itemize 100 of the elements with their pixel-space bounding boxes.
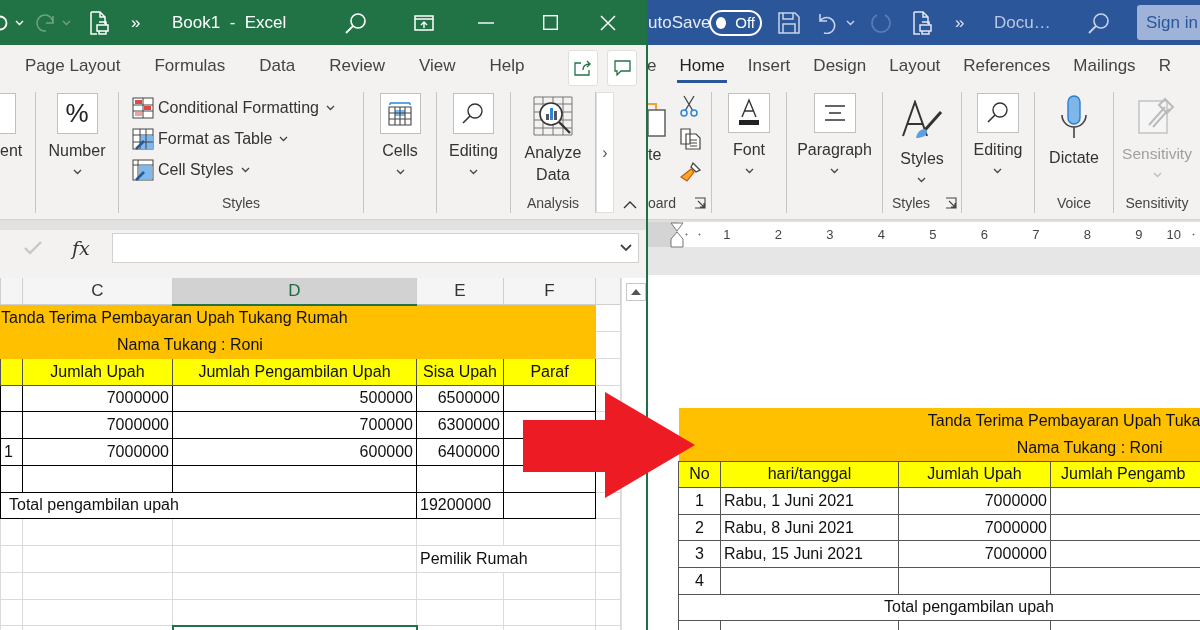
format-painter-icon[interactable] xyxy=(680,161,702,183)
expand-caret-icon[interactable] xyxy=(619,243,632,252)
align-center-icon xyxy=(822,104,847,122)
table-icon xyxy=(387,100,413,127)
search-icon[interactable] xyxy=(345,11,367,34)
ruler-number: 5 xyxy=(907,227,959,242)
scissors-icon[interactable] xyxy=(680,95,698,117)
check-icon[interactable] xyxy=(24,240,42,255)
table-header-cell: No xyxy=(678,461,721,488)
undo-icon[interactable] xyxy=(0,13,9,32)
number-button[interactable]: % Number xyxy=(48,92,106,175)
caret-icon xyxy=(469,169,478,175)
indent-marker-icon[interactable] xyxy=(670,222,684,248)
table-cell: 600000 xyxy=(172,438,417,466)
table-cell: 700000 xyxy=(172,411,417,439)
alignment-button[interactable]: ent xyxy=(0,92,23,161)
styles-menu-button[interactable]: Format as Table xyxy=(132,126,289,152)
caret-icon xyxy=(325,105,335,111)
formula-field[interactable] xyxy=(111,232,639,263)
collapse-icon[interactable] xyxy=(623,201,637,209)
table-cell: 6500000 xyxy=(416,385,504,412)
comment-icon xyxy=(613,59,631,76)
table-header-cell: Jumlah Pengambilan Upah xyxy=(172,358,417,385)
document-subtitle: Nama Tukang : Roni xyxy=(678,434,1200,462)
ribbon-tab[interactable]: Review xyxy=(326,52,388,83)
table-cell: 1 xyxy=(678,487,721,515)
styles-menu-button[interactable]: Conditional Formatting xyxy=(132,95,335,121)
table-cell: Pemilik Rumah xyxy=(416,545,596,573)
font-button[interactable]: Font xyxy=(728,92,770,174)
ribbon-tab[interactable]: e xyxy=(648,52,659,83)
insert-function-button[interactable]: fx xyxy=(72,236,90,259)
ribbon-tab[interactable]: Formulas xyxy=(151,52,229,83)
styles-menu-button[interactable]: Cell Styles xyxy=(132,157,250,183)
dialog-launcher-icon[interactable] xyxy=(694,197,706,209)
ribbon-tab[interactable]: Data xyxy=(256,52,299,83)
minimize-icon[interactable] xyxy=(478,21,494,24)
table-cell: 6300000 xyxy=(416,411,504,439)
group-label: Styles xyxy=(892,194,931,213)
ruler-number: 3 xyxy=(804,227,856,242)
more-commands-button[interactable]: » xyxy=(955,12,965,33)
table-cell: 2 xyxy=(678,514,721,541)
save-icon[interactable] xyxy=(778,11,800,34)
group-label: Sensitivity xyxy=(1124,194,1190,213)
table-header-cell: Sisa Upah xyxy=(416,358,504,385)
ribbon-tab[interactable]: R xyxy=(1156,52,1173,83)
dictate-button[interactable]: Dictate xyxy=(1049,95,1099,168)
table-header-cell: hari/tanggal xyxy=(720,461,899,488)
comment-button[interactable] xyxy=(607,49,637,86)
close-icon[interactable] xyxy=(600,14,616,31)
styles-icon xyxy=(901,100,943,140)
ribbon-tab[interactable]: Layout xyxy=(887,52,943,83)
caret-icon xyxy=(993,168,1003,174)
column-header[interactable]: F xyxy=(503,278,596,305)
copy-icon[interactable] xyxy=(680,128,702,150)
paragraph-button[interactable]: Paragraph xyxy=(797,92,872,174)
scroll-up-button[interactable] xyxy=(625,283,646,301)
group-label: Styles xyxy=(220,194,262,213)
dialog-launcher-icon[interactable] xyxy=(945,197,957,209)
table-cell: 6400000 xyxy=(416,438,504,466)
styles-button[interactable]: Styles xyxy=(900,100,944,183)
ribbon-tab[interactable]: Home xyxy=(677,52,727,83)
table-cell: Rabu, 1 Juni 2021 xyxy=(720,487,899,515)
print-preview-icon[interactable] xyxy=(912,10,932,35)
ribbon-tab[interactable]: Insert xyxy=(745,52,793,83)
conditional-formatting-icon xyxy=(132,97,154,119)
editing-button[interactable]: Editing xyxy=(973,92,1023,174)
column-header[interactable]: E xyxy=(416,278,504,305)
analyze-data-button[interactable]: Analyze Data xyxy=(522,96,584,186)
table-cell: 7000000 xyxy=(22,438,173,466)
data-analysis-icon xyxy=(533,96,573,136)
table-cell: 7000000 xyxy=(22,411,173,439)
ribbon-scroll-button[interactable]: › xyxy=(602,143,608,162)
ruler-number: 4 xyxy=(855,227,907,242)
search-icon[interactable] xyxy=(1088,11,1110,34)
ribbon-tab[interactable]: View xyxy=(416,52,459,83)
table-cell: 7000000 xyxy=(898,487,1051,515)
editing-button[interactable]: Editing xyxy=(449,92,498,175)
share-button[interactable] xyxy=(568,49,598,86)
maximize-icon[interactable] xyxy=(543,15,558,30)
percent-icon: % xyxy=(56,93,98,134)
window-title: Book1 - Excel xyxy=(172,12,288,33)
ribbon-tab[interactable]: Page Layout xyxy=(22,52,124,83)
caret-icon xyxy=(917,177,927,183)
ribbon-tab[interactable]: Help xyxy=(486,52,528,83)
ribbon-tab[interactable]: Mailings xyxy=(1071,52,1138,83)
cells-button[interactable]: Cells xyxy=(379,92,421,175)
sheet-subtitle: Nama Tukang : Roni xyxy=(0,331,596,359)
paste-button[interactable]: te xyxy=(648,100,666,165)
caret-icon[interactable] xyxy=(846,19,855,26)
column-header[interactable]: C xyxy=(22,278,173,305)
autosave-toggle[interactable]: Off xyxy=(709,9,762,36)
ribbon-tab[interactable]: Design xyxy=(811,52,869,83)
group-label: Analysis xyxy=(525,194,581,213)
microphone-icon xyxy=(1060,95,1088,139)
more-commands-button[interactable]: » xyxy=(131,12,141,33)
format-table-icon xyxy=(132,128,154,150)
ribbon-tab[interactable]: References xyxy=(961,52,1053,83)
column-header[interactable]: D xyxy=(172,278,417,305)
search-icon xyxy=(461,101,486,126)
ribbon-display-icon[interactable] xyxy=(414,14,434,31)
